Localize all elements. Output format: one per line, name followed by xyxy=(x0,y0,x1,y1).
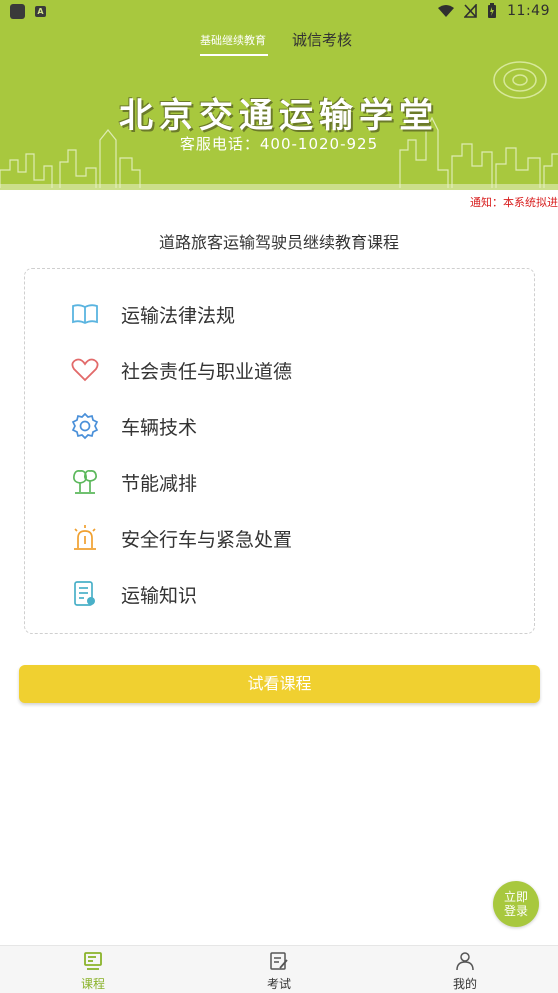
course-icon xyxy=(53,950,133,972)
notice-marquee: 通知：本系统拟进 xyxy=(470,196,558,209)
login-line-1: 立即 xyxy=(503,890,528,904)
exam-icon xyxy=(239,950,319,972)
alarm-light-icon xyxy=(71,524,99,552)
tab-basic-education[interactable]: 基础继续教育 xyxy=(200,32,268,56)
tab-label: 基础继续教育 xyxy=(200,34,266,47)
course-item-transport-law[interactable]: 运输法律法规 xyxy=(71,297,235,331)
login-line-2: 登录 xyxy=(503,904,528,918)
course-item-energy-saving[interactable]: 节能减排 xyxy=(71,465,197,499)
course-list: 运输法律法规 社会责任与职业道德 车辆技术 节能减排 安全行车与紧急处置 运输知… xyxy=(24,268,535,634)
course-item-label: 社会责任与职业道德 xyxy=(121,360,293,383)
course-item-vehicle-technology[interactable]: 车辆技术 xyxy=(71,409,197,443)
notification-icon xyxy=(10,4,25,19)
bottom-navigation: 课程 考试 我的 xyxy=(0,945,558,993)
tab-underline xyxy=(200,54,268,56)
book-icon xyxy=(71,300,99,328)
document-icon xyxy=(71,580,99,608)
nav-item-exam[interactable]: 考试 xyxy=(239,950,319,992)
status-bar: A 11:49 xyxy=(0,0,558,24)
nav-item-course[interactable]: 课程 xyxy=(53,950,133,992)
nav-item-profile[interactable]: 我的 xyxy=(425,950,505,992)
heart-icon xyxy=(71,356,99,384)
course-item-safe-driving[interactable]: 安全行车与紧急处置 xyxy=(71,521,292,555)
login-now-button[interactable]: 立即 登录 xyxy=(493,881,539,927)
no-signal-icon xyxy=(464,4,477,18)
course-item-transport-knowledge[interactable]: 运输知识 xyxy=(71,577,197,611)
top-tabs: 基础继续教育 诚信考核 xyxy=(0,28,558,58)
course-item-label: 运输知识 xyxy=(121,584,198,607)
gear-icon xyxy=(71,412,99,440)
wifi-icon xyxy=(438,4,455,17)
tab-label: 诚信考核 xyxy=(292,31,353,49)
course-item-label: 节能减排 xyxy=(121,472,198,495)
course-item-label: 安全行车与紧急处置 xyxy=(121,528,293,551)
customer-service-phone: 客服电话：400-1020-925 xyxy=(179,135,379,153)
course-item-label: 运输法律法规 xyxy=(121,304,236,327)
nav-label: 考试 xyxy=(266,977,291,991)
trial-course-button[interactable]: 试看课程 xyxy=(19,665,540,703)
nav-label: 我的 xyxy=(452,977,477,991)
nav-label: 课程 xyxy=(80,977,105,991)
course-section-title: 道路旅客运输驾驶员继续教育课程 xyxy=(158,233,399,252)
tab-integrity-assessment[interactable]: 诚信考核 xyxy=(292,29,352,50)
banner-title: 北京交通运输学堂 xyxy=(119,96,439,136)
profile-icon xyxy=(425,950,505,972)
header-banner: A 11:49 基础继续教育 诚信考核 北京交通运输学堂 客服电话：400-10… xyxy=(0,0,558,190)
app-notification-icon: A xyxy=(35,6,46,17)
clock: 11:49 xyxy=(507,3,550,19)
course-item-label: 车辆技术 xyxy=(121,416,198,439)
course-item-social-responsibility[interactable]: 社会责任与职业道德 xyxy=(71,353,292,387)
battery-icon xyxy=(488,3,497,18)
tree-icon xyxy=(71,468,99,496)
